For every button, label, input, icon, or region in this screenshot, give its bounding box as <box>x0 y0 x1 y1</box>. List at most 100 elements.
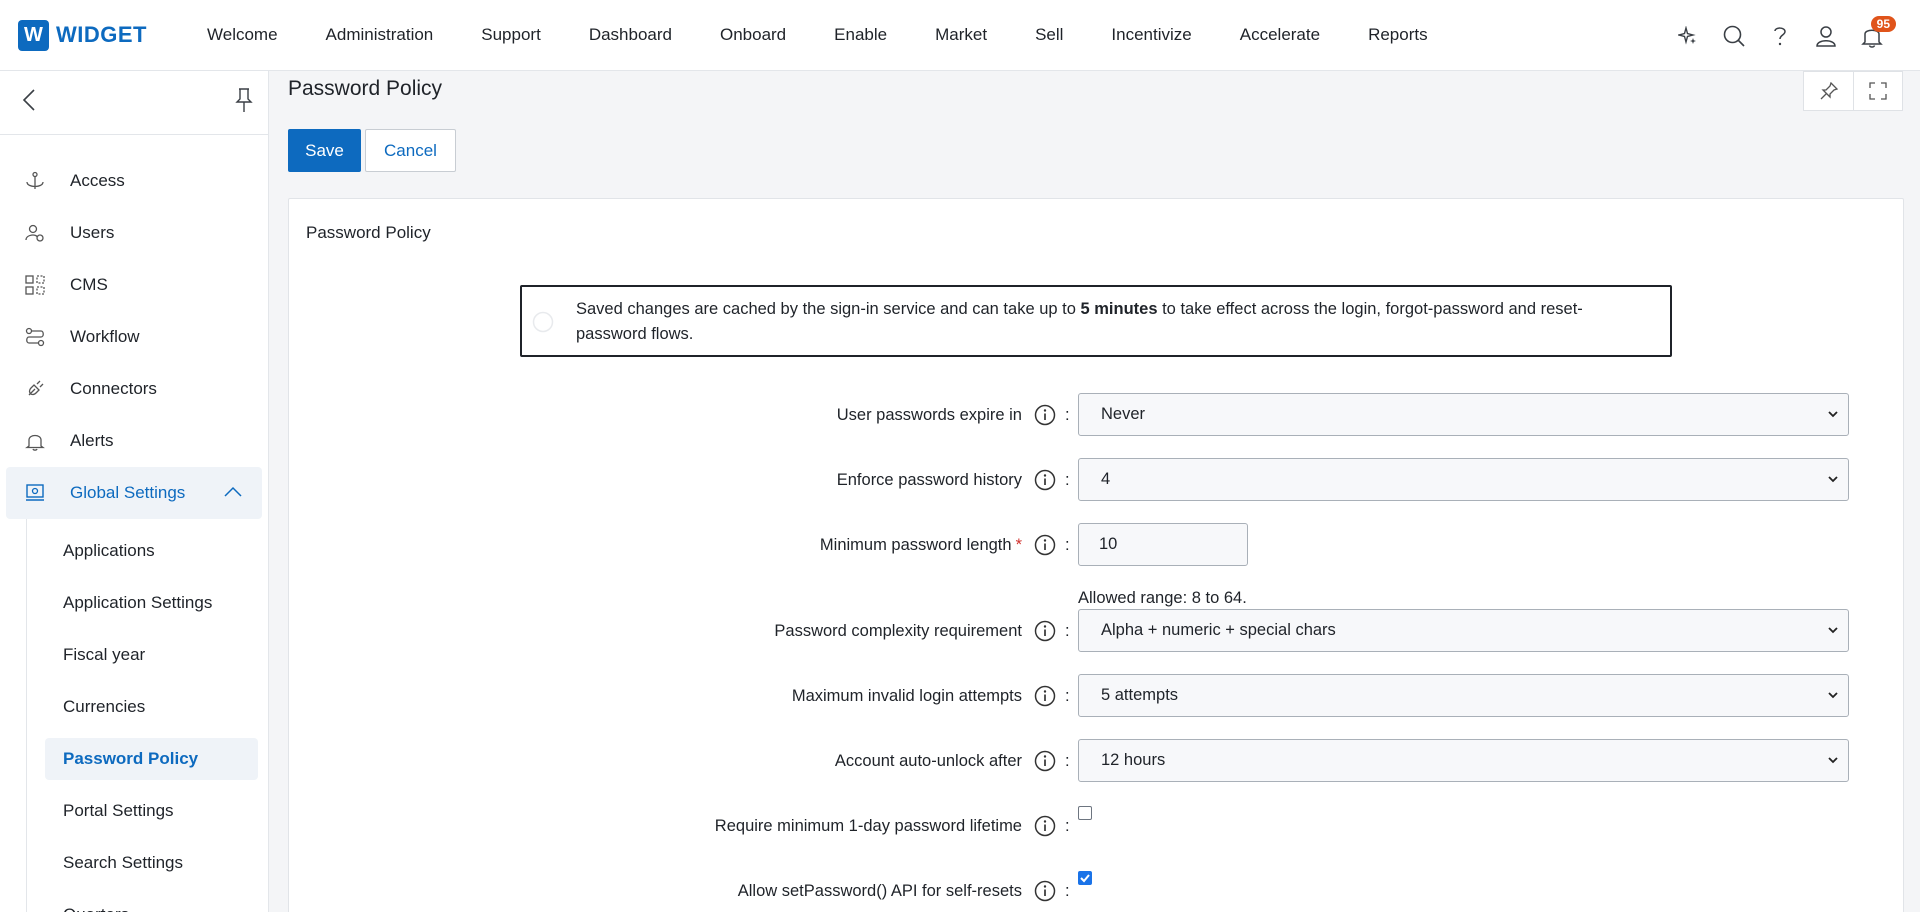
history-select[interactable]: 4 <box>1078 458 1849 501</box>
row-min-lifetime: Require minimum 1-day password lifetime … <box>289 804 1905 848</box>
row-setpassword-api: Allow setPassword() API for self-resets … <box>289 869 1905 912</box>
info-icon <box>532 311 554 338</box>
top-bar: W WIDGET Welcome Administration Support … <box>0 0 1920 71</box>
grid-icon <box>24 274 46 296</box>
info-icon[interactable] <box>1034 880 1056 902</box>
sidebar-item-label: Connectors <box>70 379 157 398</box>
view-controls <box>1803 71 1903 111</box>
help-icon[interactable] <box>1762 18 1798 54</box>
notice-text: Saved changes are cached by the sign-in … <box>576 300 1583 343</box>
attempts-select[interactable]: 5 attempts <box>1078 674 1849 717</box>
sidebar-subitem-fiscal-year[interactable]: Fiscal year <box>27 629 268 681</box>
info-icon[interactable] <box>1034 534 1056 556</box>
row-login-attempts: Maximum invalid login attempts : 5 attem… <box>289 674 1905 718</box>
workflow-icon <box>24 326 46 348</box>
unlock-select[interactable]: 12 hours <box>1078 739 1849 782</box>
nav-onboard[interactable]: Onboard <box>696 0 810 71</box>
sidebar-item-alerts[interactable]: Alerts <box>0 415 268 467</box>
minlen-label: Minimum password length * <box>819 535 1022 554</box>
sidebar-item-cms[interactable]: CMS <box>0 259 268 311</box>
nav-reports[interactable]: Reports <box>1344 0 1452 71</box>
required-marker: * <box>1015 535 1022 554</box>
notification-badge: 95 <box>1870 15 1896 32</box>
row-password-history: Enforce password history : 4 <box>289 458 1905 502</box>
sidebar-item-connectors[interactable]: Connectors <box>0 363 268 415</box>
sidebar-subitem-application-settings[interactable]: Application Settings <box>27 577 268 629</box>
chevron-down-icon <box>1826 688 1840 707</box>
back-icon[interactable] <box>22 88 36 117</box>
nav-administration[interactable]: Administration <box>302 0 458 71</box>
sidebar-subitem-applications[interactable]: Applications <box>27 525 268 577</box>
sidebar-item-label: Global Settings <box>70 483 186 502</box>
notifications-icon[interactable]: 95 <box>1854 15 1896 54</box>
chevron-down-icon <box>1826 407 1840 426</box>
sidebar-item-access[interactable]: Access <box>0 155 268 207</box>
info-icon[interactable] <box>1034 815 1056 837</box>
minlen-hint: Allowed range: 8 to 64. <box>1078 589 1247 607</box>
page-title: Password Policy <box>288 77 443 100</box>
expire-select[interactable]: Never <box>1078 393 1849 436</box>
plug-icon <box>24 378 46 400</box>
sidebar-subitem-search-settings[interactable]: Search Settings <box>27 837 268 889</box>
unlock-label: Account auto-unlock after <box>834 751 1022 770</box>
minlen-input[interactable] <box>1078 523 1248 566</box>
api-checkbox[interactable] <box>1078 871 1092 885</box>
chevron-down-icon <box>1826 623 1840 642</box>
users-gear-icon <box>24 222 46 244</box>
cache-notice: Saved changes are cached by the sign-in … <box>520 285 1672 357</box>
search-icon[interactable] <box>1716 18 1752 54</box>
info-icon[interactable] <box>1034 469 1056 491</box>
row-min-length: Minimum password length * : <box>289 523 1905 567</box>
logo-text: WIDGET <box>56 22 147 47</box>
sidebar-subitem-password-policy[interactable]: Password Policy <box>45 738 258 780</box>
info-icon[interactable] <box>1034 620 1056 642</box>
sidebar-subitem-quarters[interactable]: Quarters <box>27 889 268 912</box>
sidebar-submenu: Applications Application Settings Fiscal… <box>26 519 268 912</box>
complexity-label: Password complexity requirement <box>774 621 1022 640</box>
pin-icon[interactable] <box>234 87 254 118</box>
main-content: Password Policy Save Cancel Password Pol… <box>270 71 1920 912</box>
complexity-select[interactable]: Alpha + numeric + special chars <box>1078 609 1849 652</box>
top-icons: 95 <box>1660 0 1896 71</box>
sidebar-item-workflow[interactable]: Workflow <box>0 311 268 363</box>
logo-mark: W <box>18 19 49 51</box>
nav-support[interactable]: Support <box>457 0 565 71</box>
sparkle-icon[interactable] <box>1670 18 1706 54</box>
settings-monitor-icon <box>24 482 46 504</box>
sidebar-subitem-portal-settings[interactable]: Portal Settings <box>27 785 268 837</box>
nav-welcome[interactable]: Welcome <box>183 0 302 71</box>
nav-incentivize[interactable]: Incentivize <box>1087 0 1215 71</box>
checkmark-icon <box>1080 874 1090 883</box>
sidebar-item-label: CMS <box>70 275 108 294</box>
nav-dashboard[interactable]: Dashboard <box>565 0 696 71</box>
fullscreen-icon[interactable] <box>1853 72 1902 110</box>
api-label: Allow setPassword() API for self-resets <box>737 881 1022 900</box>
cancel-button[interactable]: Cancel <box>365 129 456 172</box>
bell-icon <box>24 430 46 452</box>
sidebar-subitem-currencies[interactable]: Currencies <box>27 681 268 733</box>
user-icon[interactable] <box>1808 18 1844 54</box>
attempts-label: Maximum invalid login attempts <box>791 686 1022 705</box>
row-auto-unlock: Account auto-unlock after : 12 hours <box>289 739 1905 783</box>
chevron-up-icon[interactable] <box>224 483 242 503</box>
chevron-down-icon <box>1826 753 1840 772</box>
nav-enable[interactable]: Enable <box>810 0 911 71</box>
sidebar-item-users[interactable]: Users <box>0 207 268 259</box>
nav-market[interactable]: Market <box>911 0 1011 71</box>
info-icon[interactable] <box>1034 750 1056 772</box>
app-logo[interactable]: W WIDGET <box>18 19 147 51</box>
info-icon[interactable] <box>1034 685 1056 707</box>
info-icon[interactable] <box>1034 404 1056 426</box>
save-button[interactable]: Save <box>288 129 361 172</box>
password-policy-card: Password Policy Saved changes are cached… <box>288 198 1904 912</box>
row-complexity: Password complexity requirement : Alpha … <box>289 609 1905 653</box>
sidebar-item-label: Users <box>70 223 115 242</box>
row-password-expiry: User passwords expire in : Never <box>289 393 1905 437</box>
pin-page-icon[interactable] <box>1804 72 1853 110</box>
nav-accelerate[interactable]: Accelerate <box>1216 0 1344 71</box>
lifetime-checkbox[interactable] <box>1078 806 1092 820</box>
sidebar-item-global-settings[interactable]: Global Settings <box>6 467 262 519</box>
nav-sell[interactable]: Sell <box>1011 0 1087 71</box>
sidebar-item-label: Workflow <box>70 327 140 346</box>
sidebar-menu: Access Users CMS Workflow Connectors Ale… <box>0 135 268 912</box>
